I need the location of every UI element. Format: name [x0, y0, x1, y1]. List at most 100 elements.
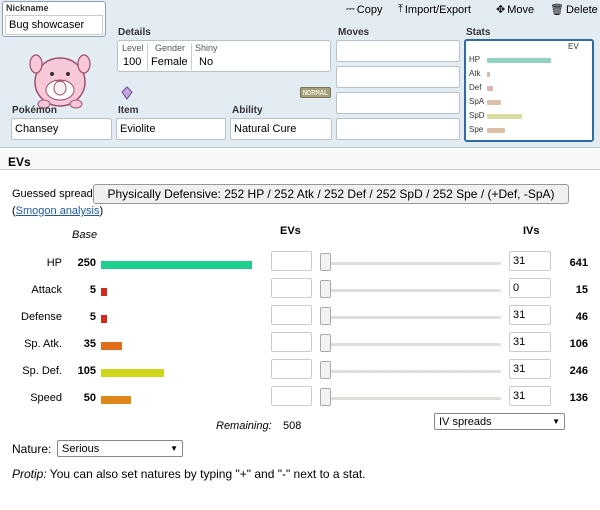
- guessed-spread-label: Guessed spread:: [12, 188, 96, 200]
- base-stat-value: 5: [89, 284, 96, 296]
- stat-name: Defense: [21, 311, 62, 323]
- ev-slider-thumb[interactable]: [320, 334, 331, 352]
- nickname-label: Nickname: [6, 3, 49, 13]
- stat-name: Attack: [31, 284, 62, 296]
- base-stat-value: 35: [83, 338, 96, 350]
- ev-label: EV: [568, 42, 579, 51]
- ability-label: Ability: [232, 105, 263, 116]
- eviolite-item-icon: [121, 86, 133, 100]
- ev-input[interactable]: [271, 386, 312, 406]
- ev-slider-thumb[interactable]: [320, 361, 331, 379]
- set-editor-panel: ⎓ Copy ⤒ Import/Export ✥ Move 🗑 Delete N…: [0, 0, 600, 148]
- ev-slider-thumb[interactable]: [320, 388, 331, 406]
- pokemon-field[interactable]: Chansey: [11, 118, 112, 140]
- copy-label: Copy: [356, 3, 383, 16]
- level-value: 100: [123, 56, 142, 68]
- dropdown-arrow-icon: ▼: [170, 444, 178, 453]
- ev-slider-thumb[interactable]: [320, 253, 331, 271]
- smogon-analysis-line: (Smogon analysis): [12, 205, 103, 217]
- stat-name: Sp. Def.: [22, 365, 62, 377]
- ev-slider-track[interactable]: [326, 397, 501, 400]
- ev-slider-thumb[interactable]: [320, 280, 331, 298]
- move-button[interactable]: ✥ Move: [496, 3, 535, 17]
- base-stat-bar: [101, 396, 131, 404]
- nature-select[interactable]: Serious ▼: [57, 440, 183, 457]
- ev-slider-track[interactable]: [326, 370, 501, 373]
- delete-label: Delete: [565, 3, 598, 16]
- mini-stat-label-def: Def: [469, 83, 482, 92]
- ivs-column-header: IVs: [523, 225, 540, 237]
- mini-stat-bar-spd: [487, 114, 522, 119]
- mini-stat-label-spd: SpD: [469, 111, 485, 120]
- ev-slider-track[interactable]: [326, 262, 501, 265]
- iv-input[interactable]: 0: [509, 278, 551, 298]
- ev-input[interactable]: [271, 305, 312, 325]
- divider: [191, 43, 192, 70]
- guessed-spread-button[interactable]: Physically Defensive: 252 HP / 252 Atk /…: [93, 184, 569, 204]
- move-label: Move: [507, 3, 535, 16]
- mini-stat-bar-spe: [487, 128, 505, 133]
- base-stat-value: 5: [89, 311, 96, 323]
- ev-input[interactable]: [271, 278, 312, 298]
- nickname-box: Nickname: [2, 1, 106, 37]
- ev-input[interactable]: [271, 332, 312, 352]
- upload-icon: ⤒: [398, 3, 403, 15]
- dropdown-arrow-icon: ▼: [552, 417, 560, 426]
- stat-name: HP: [46, 257, 62, 269]
- move-slot-3[interactable]: [336, 92, 460, 114]
- ev-slider-track[interactable]: [326, 343, 501, 346]
- level-label: Level: [122, 43, 144, 53]
- iv-input[interactable]: 31: [509, 332, 551, 352]
- import-export-button[interactable]: ⤒ Import/Export: [398, 3, 471, 16]
- iv-input[interactable]: 31: [509, 386, 551, 406]
- mini-stat-bar-hp: [487, 58, 551, 63]
- copy-button[interactable]: ⎓ Copy: [346, 3, 382, 16]
- remaining-label: Remaining:: [216, 420, 272, 432]
- ev-slider-track[interactable]: [326, 289, 501, 292]
- base-stat-bar: [101, 288, 107, 296]
- base-stat-value: 105: [77, 365, 96, 377]
- shiny-value: No: [199, 56, 214, 68]
- base-stat-bar: [101, 342, 122, 350]
- base-stat-bar: [101, 261, 252, 269]
- clipboard-icon: ⎓: [346, 3, 355, 15]
- move-arrows-icon: ✥: [496, 4, 506, 16]
- stat-name: Sp. Atk.: [24, 338, 62, 350]
- iv-spreads-value: IV spreads: [439, 416, 492, 428]
- nickname-input[interactable]: [5, 15, 103, 35]
- stat-total: 641: [569, 257, 588, 269]
- ev-input[interactable]: [271, 251, 312, 271]
- base-column-header: Base: [72, 229, 98, 241]
- delete-button[interactable]: 🗑 Delete: [550, 3, 598, 17]
- ev-input[interactable]: [271, 359, 312, 379]
- stat-total: 246: [569, 365, 588, 377]
- stat-total: 106: [569, 338, 588, 350]
- nature-label: Nature:: [12, 442, 52, 456]
- evs-column-header: EVs: [280, 225, 301, 237]
- gender-value: Female: [151, 56, 188, 68]
- mini-stat-bar-spa: [487, 100, 501, 105]
- stat-name: Speed: [30, 392, 62, 404]
- ev-slider-thumb[interactable]: [320, 307, 331, 325]
- item-field[interactable]: Eviolite: [116, 118, 226, 140]
- move-slot-2[interactable]: [336, 66, 460, 88]
- iv-input[interactable]: 31: [509, 251, 551, 271]
- smogon-analysis-link[interactable]: Smogon analysis: [16, 205, 100, 217]
- stat-total: 15: [575, 284, 588, 296]
- ev-slider-track[interactable]: [326, 316, 501, 319]
- item-label: Item: [118, 105, 139, 116]
- move-slot-1[interactable]: [336, 40, 460, 62]
- iv-spreads-select[interactable]: IV spreads ▼: [434, 413, 565, 430]
- protip-body: You can also set natures by typing "+" a…: [46, 467, 366, 481]
- move-slot-4[interactable]: [336, 118, 460, 140]
- stats-summary-box[interactable]: EV: [464, 39, 594, 142]
- iv-input[interactable]: 31: [509, 305, 551, 325]
- divider: [147, 43, 148, 70]
- gender-label: Gender: [155, 43, 186, 53]
- details-box[interactable]: Level 100 Gender Female Shiny No: [117, 40, 331, 72]
- stats-header: Stats: [466, 27, 491, 38]
- import-export-label: Import/Export: [404, 3, 471, 16]
- ability-field[interactable]: Natural Cure: [230, 118, 332, 140]
- stat-total: 46: [575, 311, 588, 323]
- iv-input[interactable]: 31: [509, 359, 551, 379]
